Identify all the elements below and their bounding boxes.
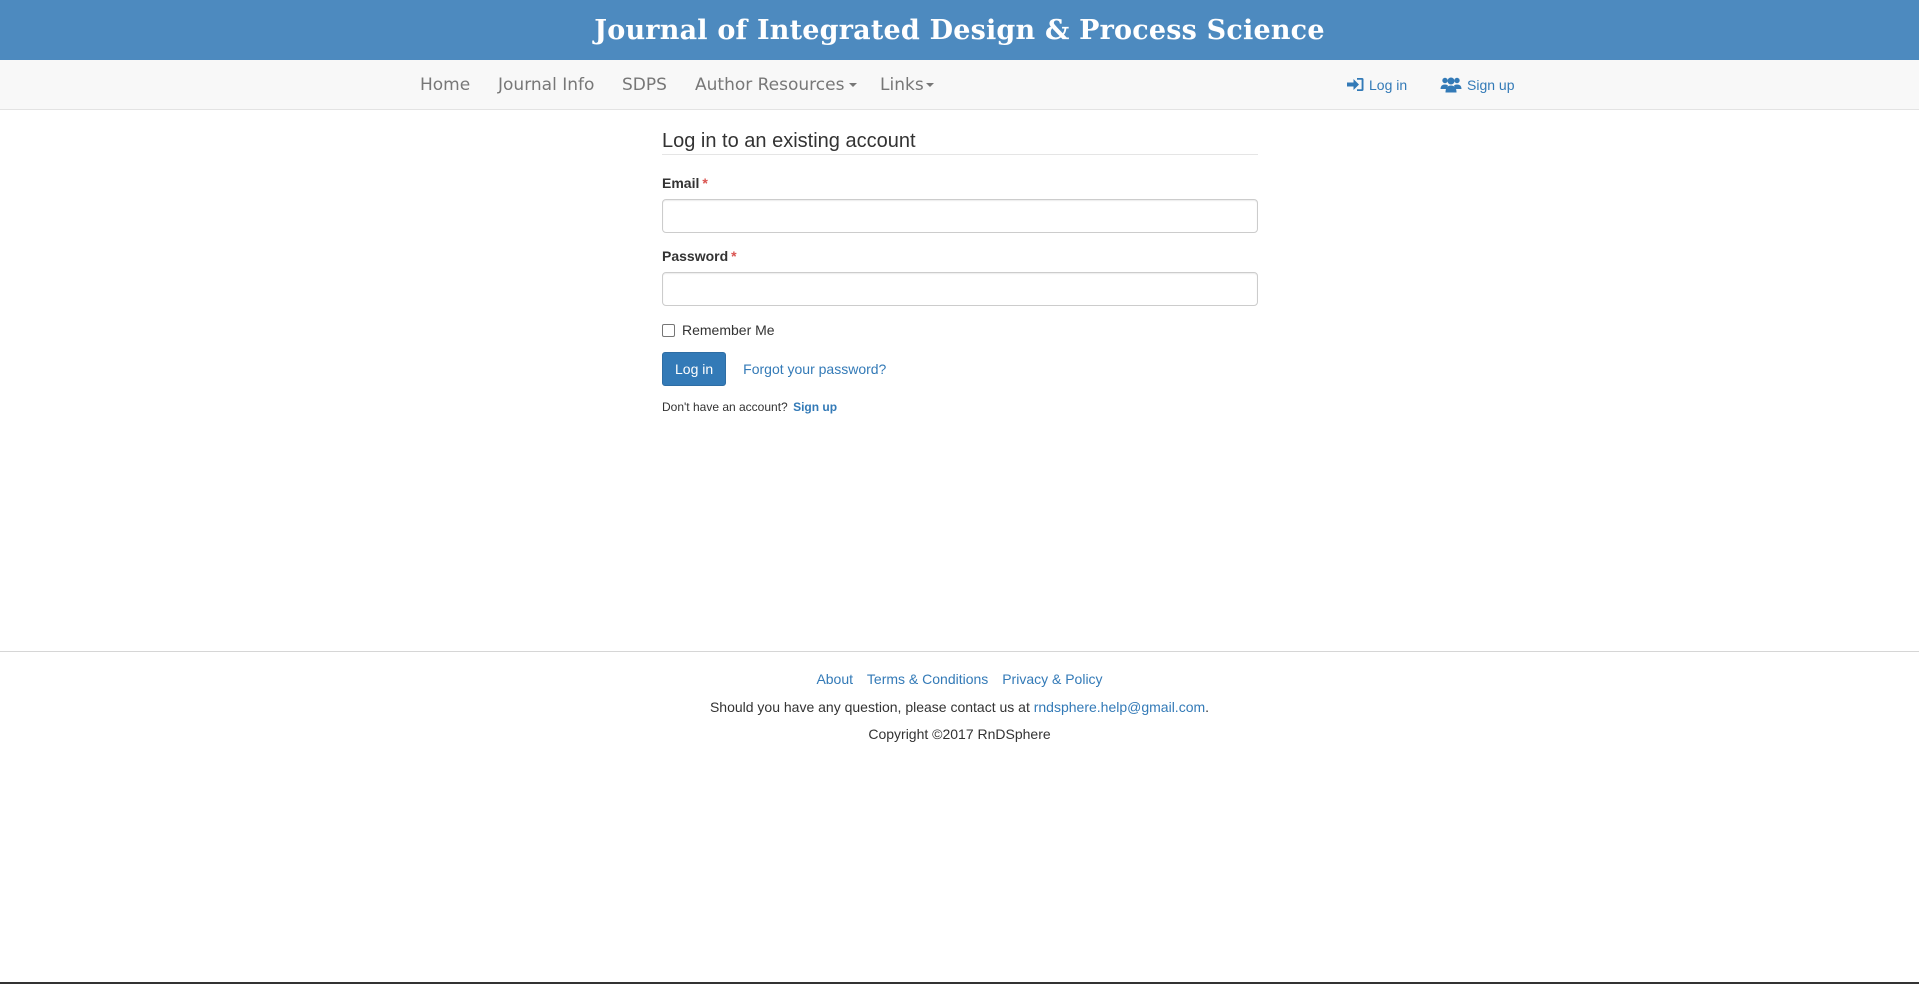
nav-item-author-resources[interactable]: Author Resources: [695, 60, 858, 110]
contact-suffix: .: [1205, 699, 1210, 715]
nav-login-link[interactable]: Log in: [1347, 60, 1407, 110]
nav-signup-link[interactable]: Sign up: [1440, 60, 1514, 110]
contact-email-link[interactable]: rndsphere.help@gmail.com: [1034, 699, 1205, 715]
password-field[interactable]: [662, 272, 1258, 306]
remember-me-checkbox[interactable]: [662, 323, 675, 337]
email-label-text: Email: [662, 175, 700, 191]
login-button[interactable]: Log in: [662, 352, 727, 386]
email-field[interactable]: [662, 199, 1258, 233]
form-actions: Log in Forgot your password?: [662, 352, 1258, 386]
email-label: Email *: [662, 175, 1258, 191]
footer-contact: Should you have any question, please con…: [0, 699, 1919, 715]
remember-me-label[interactable]: Remember Me: [682, 322, 775, 338]
site-footer: About Terms & Conditions Privacy & Polic…: [0, 651, 1919, 742]
password-label-text: Password: [662, 248, 729, 264]
caret-down-icon: [849, 83, 858, 87]
nav-login-label: Log in: [1369, 77, 1408, 93]
login-panel: Log in to an existing account Email * Pas…: [662, 130, 1258, 414]
sign-in-icon: [1347, 77, 1364, 91]
footer-link-about[interactable]: About: [816, 671, 853, 687]
page: Journal of Integrated Design & Process S…: [0, 0, 1919, 984]
required-marker: *: [702, 175, 708, 191]
nav-item-author-resources-label: Author Resources: [695, 75, 845, 95]
remember-me-row: Remember Me: [662, 320, 1258, 340]
nav-item-home[interactable]: Home: [420, 60, 470, 110]
password-label: Password *: [662, 248, 1258, 264]
users-icon: [1440, 77, 1462, 93]
journal-title[interactable]: Journal of Integrated Design & Process S…: [594, 15, 1324, 46]
signup-prompt: Don't have an account? Sign up: [662, 400, 1258, 414]
forgot-password-link[interactable]: Forgot your password?: [743, 361, 886, 377]
footer-links: About Terms & Conditions Privacy & Polic…: [0, 671, 1919, 687]
caret-down-icon: [925, 83, 934, 87]
signup-link[interactable]: Sign up: [793, 400, 837, 414]
footer-link-terms[interactable]: Terms & Conditions: [867, 671, 988, 687]
copyright-text: Copyright ©2017 RnDSphere: [868, 726, 1051, 742]
nav-item-journal-info[interactable]: Journal Info: [498, 60, 594, 110]
top-navbar: Home Journal Info SDPS Author Resources …: [0, 60, 1919, 110]
no-account-text: Don't have an account?: [662, 400, 788, 414]
nav-item-links-label: Links: [880, 75, 924, 95]
contact-text: Should you have any question, please con…: [709, 699, 1030, 715]
nav-item-links[interactable]: Links: [880, 60, 934, 110]
nav-signup-label: Sign up: [1467, 77, 1515, 93]
nav-item-sdps[interactable]: SDPS: [622, 60, 667, 110]
site-banner: Journal of Integrated Design & Process S…: [0, 0, 1919, 60]
footer-link-privacy[interactable]: Privacy & Policy: [1002, 671, 1102, 687]
required-marker: *: [731, 248, 737, 264]
login-heading: Log in to an existing account: [662, 130, 1258, 155]
